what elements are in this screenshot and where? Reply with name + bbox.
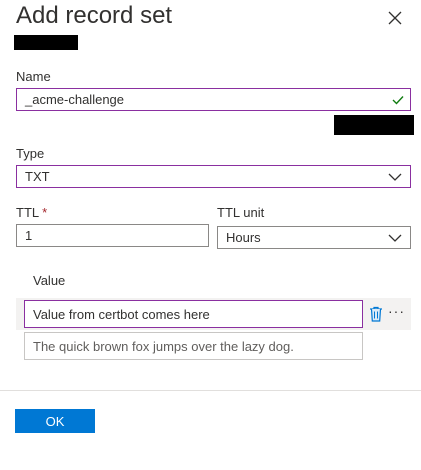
chevron-down-icon (388, 234, 402, 242)
required-mark: * (42, 205, 48, 220)
ok-button[interactable]: OK (15, 409, 95, 433)
ttl-unit-selected-value: Hours (226, 230, 261, 245)
value-input[interactable]: Value from certbot comes here (24, 300, 363, 328)
redacted-block (14, 35, 78, 50)
footer-divider (0, 390, 421, 391)
type-select[interactable]: TXT (16, 165, 411, 188)
close-icon[interactable] (387, 10, 403, 26)
panel-title: Add record set (16, 2, 173, 29)
value-column-header: Value (33, 273, 66, 288)
ttl-label: TTL * (16, 205, 47, 220)
name-field[interactable]: _acme-challenge (16, 88, 411, 111)
type-selected-value: TXT (25, 169, 50, 184)
name-label: Name (16, 69, 51, 84)
more-icon[interactable]: ··· (388, 303, 405, 319)
ttl-input[interactable]: 1 (16, 224, 209, 247)
new-value-placeholder: The quick brown fox jumps over the lazy … (33, 338, 294, 354)
chevron-down-icon (388, 173, 402, 181)
redacted-block (334, 115, 414, 135)
ttl-label-text: TTL (16, 205, 40, 220)
new-value-input[interactable]: The quick brown fox jumps over the lazy … (24, 332, 363, 360)
type-label: Type (16, 146, 45, 161)
ttl-unit-select[interactable]: Hours (217, 226, 411, 249)
value-text: Value from certbot comes here (33, 306, 210, 322)
ttl-unit-label: TTL unit (217, 205, 265, 220)
checkmark-icon (392, 95, 404, 105)
delete-icon[interactable] (369, 306, 383, 322)
name-value: _acme-challenge (25, 92, 125, 107)
ttl-value: 1 (25, 228, 33, 243)
